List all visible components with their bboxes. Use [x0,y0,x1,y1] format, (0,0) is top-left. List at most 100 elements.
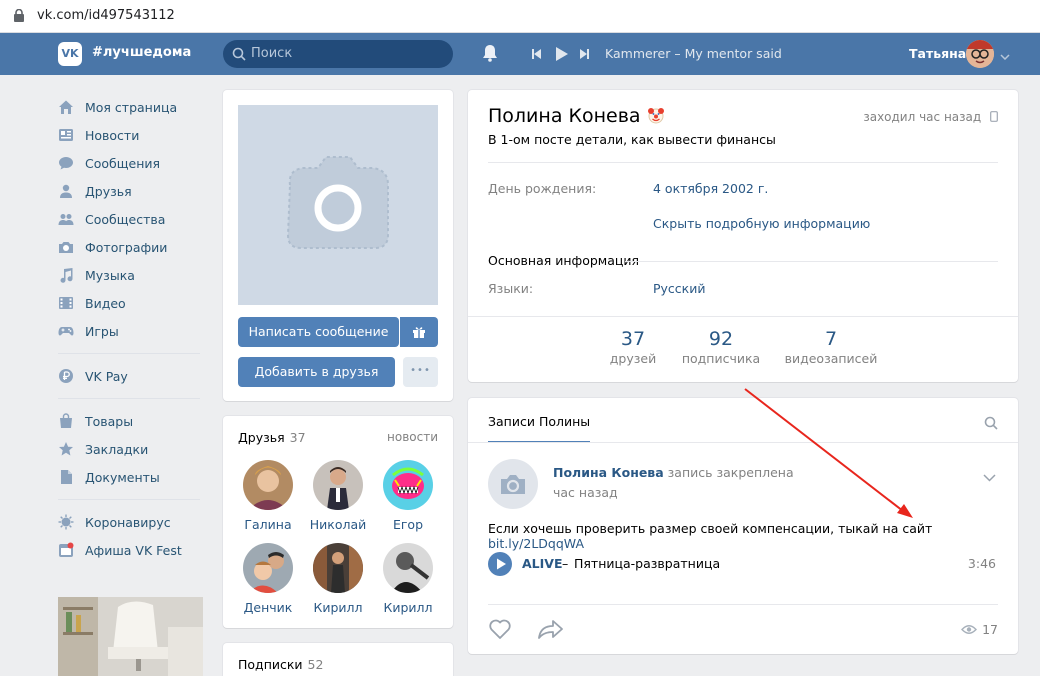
friend-item[interactable]: Кирилл [373,543,443,615]
video-icon [58,295,74,311]
views-counter: 17 [961,622,998,637]
avatar [313,543,363,593]
search-icon[interactable] [984,416,998,434]
profile-photo-placeholder[interactable] [238,105,438,305]
write-message-button[interactable]: Написать сообщение [238,317,399,347]
sidebar-item-vk-fest[interactable]: Афиша VK Fest [58,536,208,564]
menu-divider [58,398,200,399]
sidebar-item-groups[interactable]: Сообщества [58,205,208,233]
sidebar-item-messages[interactable]: Сообщения [58,149,208,177]
sidebar-item-documents[interactable]: Документы [58,463,208,491]
groups-icon [58,211,74,227]
advertisement-image[interactable] [58,597,203,676]
profile-info-card: Полина Конева В 1-ом посте детали, как в… [468,90,1018,382]
gift-icon [413,327,425,338]
followers-counter[interactable]: 92 подписчика [671,328,771,366]
post-time[interactable]: час назад [553,485,618,500]
search-icon [232,47,246,65]
current-user-name[interactable]: Татьяна [909,46,966,61]
profile-status[interactable]: В 1-ом посте детали, как вывести финансы [488,132,776,147]
sidebar-item-bookmarks[interactable]: Закладки [58,435,208,463]
play-icon [497,558,506,570]
avatar [383,543,433,593]
lock-icon [14,8,24,26]
tab-wall-posts[interactable]: Записи Полины [488,414,591,443]
more-actions-button[interactable]: ••• [403,357,438,387]
friends-updates-link[interactable]: новости [387,430,438,444]
messages-icon [58,155,74,171]
star-icon [58,441,74,457]
left-sidebar: Моя страница Новости Сообщения Друзья Со… [58,93,208,564]
send-gift-button[interactable] [400,317,438,347]
audio-artist[interactable]: ALIVE [522,556,563,571]
browser-address-bar[interactable]: vk.com/id497543112 [0,0,1040,33]
friends-icon [58,183,74,199]
sidebar-item-news[interactable]: Новости [58,121,208,149]
now-playing-track[interactable]: Kammerer – My mentor said [605,46,782,61]
menu-divider [58,353,200,354]
hashtag-link[interactable]: #лучшедома [92,45,191,60]
chevron-down-icon[interactable] [983,471,996,486]
sidebar-item-music[interactable]: Музыка [58,261,208,289]
search-input[interactable]: Поиск [223,40,453,68]
menu-divider [58,499,200,500]
audio-attachment[interactable]: ALIVE – Пятница-развратница 3:46 [488,552,998,576]
sidebar-item-photos[interactable]: Фотографии [58,233,208,261]
audio-separator: – [562,556,569,571]
gamepad-icon [58,323,74,339]
friends-header[interactable]: Друзья 37 [238,430,306,445]
clown-emoji-icon [647,105,665,127]
online-status: заходил час назад [863,110,998,124]
divider [468,316,1018,317]
audio-player-controls [530,46,592,66]
play-button[interactable] [488,552,512,576]
next-track-icon[interactable] [580,49,589,59]
user-avatar[interactable] [966,40,994,68]
post-link[interactable]: bit.ly/2LDqqWA [488,536,584,551]
like-icon[interactable] [488,619,512,644]
mobile-icon [985,110,998,124]
post-author-name[interactable]: Полина Конева [553,465,664,480]
profile-name: Полина Конева [488,105,665,127]
divider [488,162,998,163]
main-info-heading: Основная информация [488,253,640,268]
sidebar-item-goods[interactable]: Товары [58,407,208,435]
sidebar-item-video[interactable]: Видео [58,289,208,317]
share-icon[interactable] [538,620,564,644]
videos-counter[interactable]: 7 видеозаписей [781,328,881,366]
sidebar-item-my-page[interactable]: Моя страница [58,93,208,121]
friend-item[interactable]: Галина [233,460,303,532]
subscriptions-block[interactable]: Подписки 52 [223,643,453,676]
vk-logo[interactable]: VK [58,42,82,66]
add-friend-button[interactable]: Добавить в друзья [238,357,395,387]
bell-icon[interactable] [482,44,498,66]
languages-value[interactable]: Русский [653,281,705,296]
play-icon[interactable] [556,47,568,61]
post-author-avatar[interactable] [488,459,538,509]
virus-icon [58,514,74,530]
search-placeholder: Поиск [251,46,293,61]
url-text[interactable]: vk.com/id497543112 [37,8,175,23]
sidebar-item-friends[interactable]: Друзья [58,177,208,205]
post-actions [488,618,564,644]
friends-counter[interactable]: 37 друзей [583,328,683,366]
friend-item[interactable]: Кирилл [303,543,373,615]
sidebar-item-coronavirus[interactable]: Коронавирус [58,508,208,536]
camera-icon [58,239,74,255]
chevron-down-icon[interactable] [1000,49,1010,64]
prev-track-icon[interactable] [532,49,541,59]
sidebar-item-vk-pay[interactable]: VK Pay [58,362,208,390]
birthday-value[interactable]: 4 октября 2002 г. [653,181,768,196]
friend-item[interactable]: Николай [303,460,373,532]
toggle-details-link[interactable]: Скрыть подробную информацию [653,216,870,231]
languages-label: Языки: [488,281,534,296]
friend-item[interactable]: Денчик [233,543,303,615]
music-icon [58,267,74,283]
home-icon [58,99,74,115]
camera-icon [501,475,525,494]
sidebar-item-games[interactable]: Игры [58,317,208,345]
post-text: Если хочешь проверить размер своей компе… [488,521,933,551]
top-header: VK #лучшедома Поиск Kammerer – My mentor… [0,33,1040,75]
ruble-icon [58,368,74,384]
friend-item[interactable]: Егор [373,460,443,532]
